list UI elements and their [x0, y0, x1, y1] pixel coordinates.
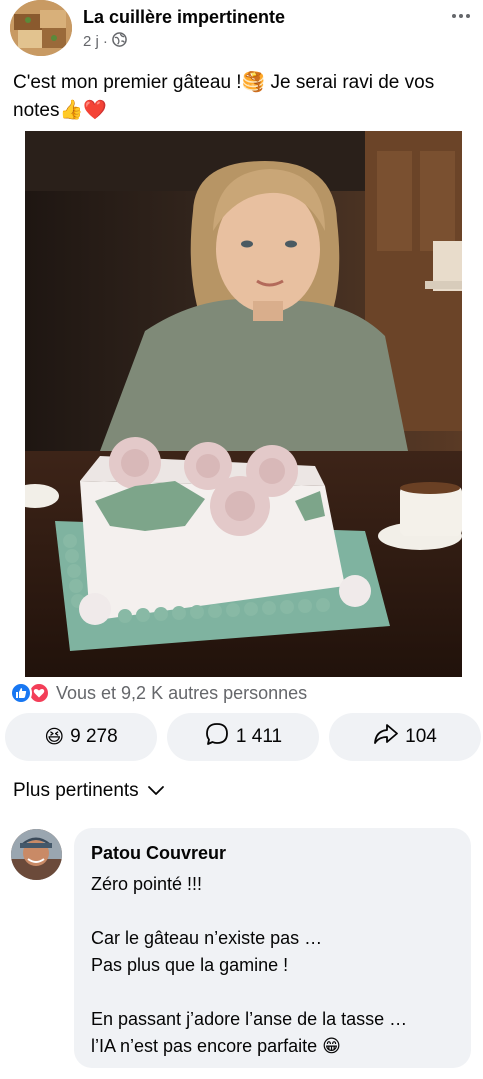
- dot-icon: [466, 14, 470, 18]
- page-avatar[interactable]: [10, 0, 72, 56]
- chevron-down-icon: [147, 780, 165, 802]
- more-options-button[interactable]: [447, 6, 475, 26]
- thumbs-up-emoji: 👍: [59, 100, 84, 121]
- share-count: 104: [405, 726, 437, 747]
- react-count: 9 278: [70, 726, 118, 747]
- post-time[interactable]: 2 j: [83, 33, 99, 50]
- post-text-line1: C'est mon premier gâteau !: [13, 72, 242, 93]
- reactions-summary[interactable]: Vous et 9,2 K autres personnes: [10, 680, 307, 706]
- comment-bubble: Patou Couvreur Zéro pointé !!! Car le gâ…: [74, 828, 471, 1068]
- sort-label: Plus pertinents: [13, 780, 139, 801]
- globe-icon: [112, 32, 127, 51]
- post-meta: 2 j ·: [83, 32, 127, 51]
- share-button[interactable]: 104: [329, 713, 481, 761]
- comment-count: 1 411: [235, 726, 283, 747]
- commenter-avatar[interactable]: [11, 829, 62, 880]
- post-text: C'est mon premier gâteau !🥞 Je serai rav…: [13, 69, 478, 125]
- heart-emoji: ❤️: [83, 100, 107, 121]
- dot-icon: [459, 14, 463, 18]
- comment-sort-dropdown[interactable]: Plus pertinents: [13, 780, 165, 802]
- cake-emoji: 🥞: [241, 72, 266, 93]
- comment-body: Zéro pointé !!! Car le gâteau n’existe p…: [91, 874, 408, 1056]
- post-text-line1-cont: Je serai ravi de vos: [265, 72, 435, 93]
- page-name[interactable]: La cuillère impertinente: [83, 7, 285, 28]
- post-photo[interactable]: [25, 131, 462, 677]
- commenter-name[interactable]: Patou Couvreur: [91, 843, 226, 864]
- grin-emoji: 😁: [322, 1036, 341, 1056]
- post-text-line2: notes: [13, 100, 60, 121]
- meta-separator: ·: [102, 33, 108, 50]
- laugh-emoji-icon: 😆: [44, 726, 65, 748]
- comment-button[interactable]: 1 411: [167, 713, 319, 761]
- share-icon: [373, 722, 399, 752]
- like-icon: [10, 682, 32, 704]
- dot-icon: [452, 14, 456, 18]
- react-button[interactable]: 😆 9 278: [5, 713, 157, 761]
- comment-text: Zéro pointé !!! Car le gâteau n’existe p…: [91, 871, 461, 1060]
- comment-icon: [204, 721, 230, 753]
- post-header: La cuillère impertinente 2 j ·: [0, 0, 483, 62]
- girl-with-cake-photo: [25, 131, 462, 677]
- reactions-text: Vous et 9,2 K autres personnes: [56, 682, 308, 703]
